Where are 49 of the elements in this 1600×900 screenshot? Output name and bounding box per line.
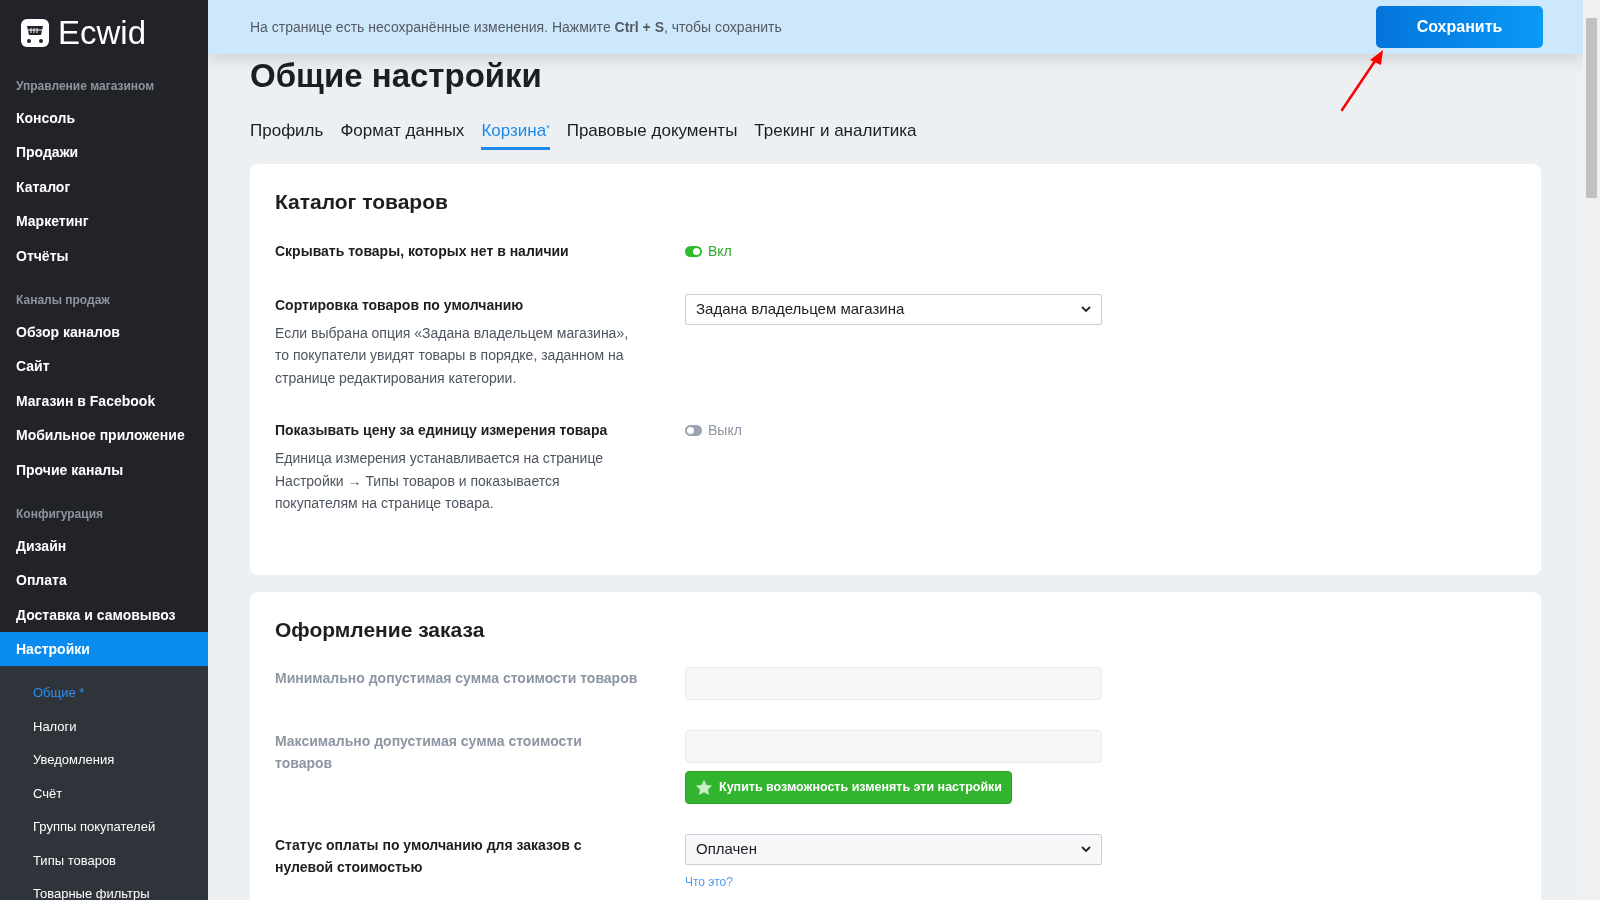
sidebar-item[interactable]: Обзор каналов — [0, 314, 208, 350]
sidebar-heading: Управление магазином — [15, 78, 156, 95]
sidebar-item[interactable]: Дизайн — [0, 528, 208, 564]
sidebar-item[interactable]: Продажи — [0, 135, 208, 170]
sidebar-item[interactable]: Настройки — [0, 632, 208, 667]
tab[interactable]: Трекинг и аналитика — [754, 117, 917, 151]
dropdown[interactable]: Задана владельцем магазина — [685, 293, 1102, 325]
tab[interactable]: Формат данных — [340, 117, 465, 151]
sidebar-subitem[interactable]: Уведомления — [0, 743, 208, 777]
sidebar-subitem[interactable]: Счёт — [0, 776, 208, 811]
sidebar-item[interactable]: Доставка и самовывоз — [0, 597, 208, 633]
page-title: Общие настройки — [250, 56, 542, 96]
setting-description: Единица измерения устанавливается на странице Настройки → Типы товаров и показывается покупателям на странице товара. — [275, 449, 605, 514]
sidebar-item[interactable]: Прочие каналы — [0, 452, 208, 487]
sidebar-heading: Каналы продаж — [15, 291, 111, 309]
cart-logo-icon — [20, 17, 50, 48]
chevron-down-icon — [1081, 845, 1091, 853]
setting-label: Скрывать товары, которых нет в наличии — [275, 241, 570, 261]
sidebar-subitem[interactable]: Общие * — [0, 676, 208, 710]
sidebar-subitem[interactable]: Типы товаров — [0, 843, 208, 878]
sidebar-subitem[interactable]: Группы покупателей — [0, 810, 208, 844]
sidebar-item[interactable]: Каталог — [0, 169, 208, 205]
sidebar-item[interactable]: Мобильное приложение — [0, 418, 208, 453]
setting-label: Показывать цену за единицу измерения товара — [275, 421, 609, 441]
scrollbar[interactable] — [1583, 0, 1600, 900]
setting-label: Минимально допустимая сумма стоимости товаров — [275, 669, 639, 689]
sidebar-item[interactable]: Сайт — [0, 349, 208, 384]
scrollbar-thumb[interactable] — [1586, 18, 1597, 198]
setting-description: Если выбрана опция «Задана владельцем магазина», то покупатели увидят товары в порядке, заданном на странице редактирования категории. — [275, 323, 630, 388]
dropdown[interactable]: Оплачен — [685, 833, 1102, 865]
setting-label: Сортировка товаров по умолчанию — [275, 295, 525, 315]
sidebar-item[interactable]: Магазин в Facebook — [0, 383, 208, 419]
sidebar-item[interactable]: Маркетинг — [0, 204, 208, 239]
tab[interactable]: Профиль — [250, 117, 324, 151]
save-button[interactable]: Сохранить — [1376, 6, 1543, 48]
banner-message: На странице есть несохранённые изменения. Нажмите Ctrl + S, чтобы сохранить — [250, 17, 782, 37]
setting-label: Статус оплаты по умолчанию для заказов с нулевой стоимостью — [275, 835, 583, 877]
sidebar-item[interactable]: Оплата — [0, 563, 208, 598]
tab[interactable]: Правовые документы — [566, 117, 738, 151]
section-title: Оформление заказа — [275, 616, 486, 643]
sidebar-item[interactable]: Консоль — [0, 101, 208, 136]
section-title: Каталог товаров — [275, 189, 449, 216]
setting-label: Максимально допустимая сумма стоимости товаров — [275, 732, 583, 774]
star-icon — [695, 778, 713, 796]
sidebar-heading: Конфигурация — [15, 505, 105, 523]
sidebar-item[interactable]: Отчёты — [0, 238, 208, 273]
logo-text: Ecwid — [58, 16, 147, 49]
chevron-down-icon — [1081, 305, 1091, 313]
sidebar-subitem[interactable]: Налоги — [0, 709, 208, 744]
